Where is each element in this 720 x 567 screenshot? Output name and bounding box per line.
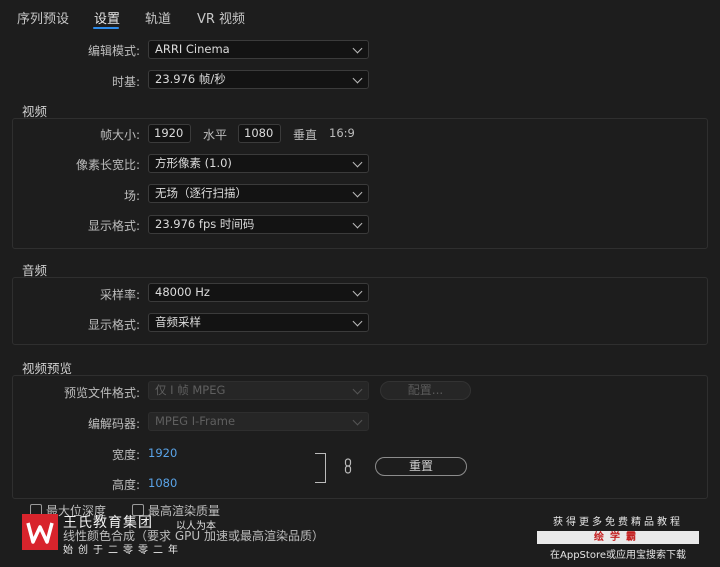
brand-motto: 以人为本 (176, 521, 216, 532)
audio-display-format-label: 显示格式: (87, 318, 140, 332)
preview-file-format-label: 预览文件格式: (63, 386, 140, 400)
brand-logo-letter: W (40, 547, 41, 549)
brand-logo: W (22, 514, 58, 550)
preview-width-value[interactable]: 1920 (148, 446, 177, 460)
tab-settings[interactable]: 设置 (94, 8, 120, 27)
frame-width-input[interactable]: 1920 (148, 124, 191, 143)
sample-rate-label: 采样率: (99, 288, 140, 302)
preview-height-label: 高度: (111, 478, 140, 492)
tab-sequence-presets[interactable]: 序列预设 (17, 8, 69, 27)
promo-line1: 获得更多免费精品教程 (553, 517, 683, 528)
aspect-ratio-text: 16:9 (329, 126, 355, 140)
link-chain-icon[interactable] (343, 458, 353, 477)
link-bracket (315, 453, 326, 483)
editing-mode-value: ARRI Cinema (155, 42, 230, 56)
chevron-down-icon (352, 218, 363, 229)
sample-rate-select[interactable]: 48000 Hz (148, 283, 369, 302)
pixel-aspect-label: 像素长宽比: (75, 158, 140, 172)
field-label: 场: (123, 189, 140, 203)
chevron-down-icon (352, 286, 363, 297)
chevron-down-icon (352, 43, 363, 54)
vertical-label: 垂直 (293, 128, 318, 142)
promo-line2: 绘学霸 (537, 531, 699, 544)
timebase-value: 23.976 帧/秒 (155, 72, 226, 86)
configure-button: 配置... (380, 381, 471, 400)
timebase-label: 时基: (111, 75, 140, 89)
reset-button[interactable]: 重置 (375, 457, 467, 476)
pixel-aspect-value: 方形像素 (1.0) (155, 156, 232, 170)
timebase-select[interactable]: 23.976 帧/秒 (148, 70, 369, 89)
horizontal-label: 水平 (203, 128, 228, 142)
editing-mode-label: 编辑模式: (87, 44, 140, 58)
audio-display-format-select[interactable]: 音频采样 (148, 313, 369, 332)
active-tab-indicator (93, 27, 119, 29)
preview-width-label: 宽度: (111, 448, 140, 462)
chevron-down-icon (352, 316, 363, 327)
preview-file-format-value: 仅 I 帧 MPEG (155, 383, 226, 397)
frame-size-label: 帧大小: (99, 128, 140, 142)
brand-name: 王氏教育集团 (63, 515, 153, 531)
chevron-down-icon (352, 157, 363, 168)
chevron-down-icon (352, 415, 363, 426)
editing-mode-select[interactable]: ARRI Cinema (148, 40, 369, 59)
preview-file-format-select: 仅 I 帧 MPEG (148, 381, 369, 400)
video-display-format-label: 显示格式: (87, 219, 140, 233)
chevron-down-icon (352, 187, 363, 198)
sample-rate-value: 48000 Hz (155, 285, 210, 299)
chevron-down-icon (352, 73, 363, 84)
field-value: 无场（逐行扫描） (155, 186, 247, 200)
tab-vr-video[interactable]: VR 视频 (197, 8, 245, 27)
codec-select: MPEG I-Frame (148, 412, 369, 431)
field-select[interactable]: 无场（逐行扫描） (148, 184, 369, 203)
preview-height-value[interactable]: 1080 (148, 476, 177, 490)
audio-display-format-value: 音频采样 (155, 315, 201, 329)
frame-height-input[interactable]: 1080 (238, 124, 281, 143)
promo-watermark: 获得更多免费精品教程 绘学霸 在AppStore或应用宝搜索下载 (537, 513, 699, 561)
pixel-aspect-select[interactable]: 方形像素 (1.0) (148, 154, 369, 173)
video-display-format-select[interactable]: 23.976 fps 时间码 (148, 215, 369, 234)
chevron-down-icon (352, 384, 363, 395)
tab-tracks[interactable]: 轨道 (145, 8, 171, 27)
codec-label: 编解码器: (87, 417, 140, 431)
promo-line3: 在AppStore或应用宝搜索下载 (550, 550, 686, 561)
brand-founded: 始创于二零零二年 (63, 545, 183, 556)
codec-value: MPEG I-Frame (155, 414, 236, 428)
video-display-format-value: 23.976 fps 时间码 (155, 217, 255, 231)
tab-bar: 序列预设 设置 轨道 VR 视频 (0, 0, 720, 32)
